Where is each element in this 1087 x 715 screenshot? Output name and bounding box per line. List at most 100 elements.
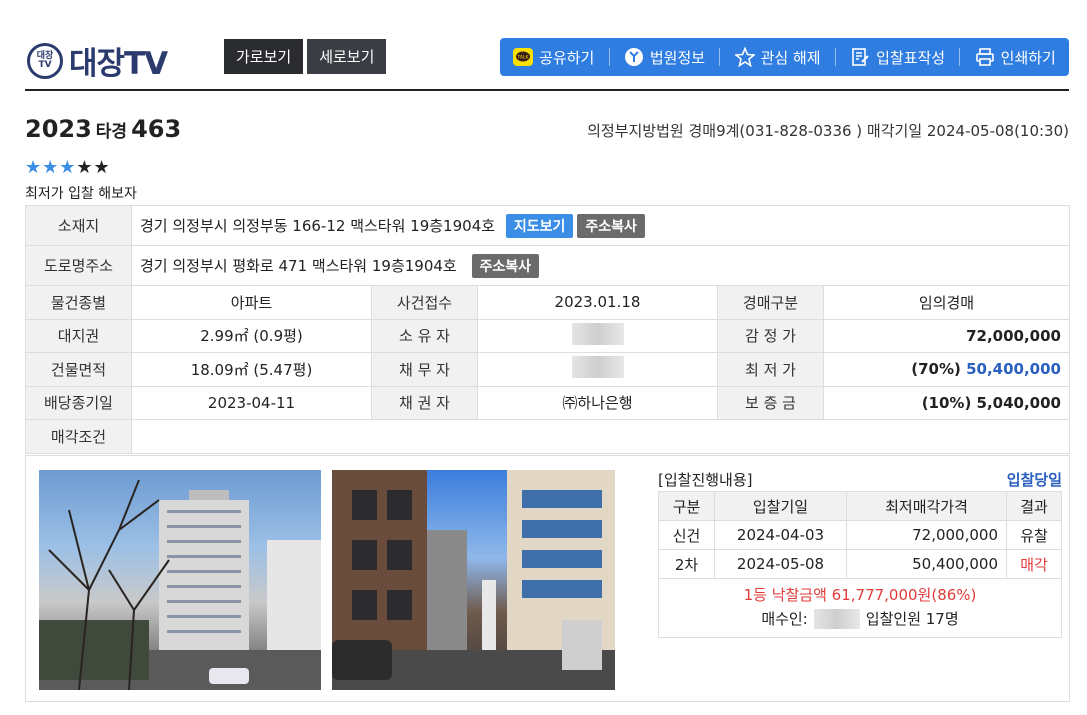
horizontal-view-button[interactable]: 가로보기 [224,39,304,74]
toolbar-divider [608,48,610,66]
print-label: 인쇄하기 [1000,48,1056,67]
star-empty-icon: ★★ [76,157,111,178]
date-cell: 2024-05-08 [714,549,847,579]
owner-label: 소 유 자 [371,318,478,353]
header-divider [25,89,1069,91]
vertical-view-button[interactable]: 세로보기 [307,39,387,74]
owner-value [477,318,718,353]
buyer-label: 매수인: [761,610,808,628]
share-label: 공유하기 [539,48,595,67]
photos-and-bidding: [입찰진행내용] 입찰당일 구분 입찰기일 최저매각가격 결과 신건 2024-… [25,455,1070,702]
road-address-cell: 경기 의정부시 평화로 471 맥스타워 19층1904호 주소복사 [131,245,1070,286]
col-round: 구분 [658,491,715,521]
redacted-debtor [571,356,624,379]
condition-value [131,419,1070,454]
unfavorite-label: 관심 해제 [760,48,821,67]
print-button[interactable]: 인쇄하기 [975,47,1056,68]
kakaotalk-icon: TALK [513,47,534,67]
building-value: 18.09㎡ (5.47평) [131,352,372,387]
star-outline-icon [734,47,755,67]
toolbar-divider [834,48,836,66]
building-label: 건물면적 [25,352,132,387]
court-schedule: 의정부지방법원 경매9계(031-828-0336 ) 매각기일 2024-05… [587,122,1069,140]
action-toolbar: TALK 공유하기 법원정보 관심 해제 입찰표작성 인쇄하기 [500,38,1069,76]
bidding-table: 구분 입찰기일 최저매각가격 결과 신건 2024-04-03 72,000,0… [658,491,1062,579]
property-info-table: 소재지 경기 의정부시 의정부동 166-12 맥스타워 19층1904호 지도… [25,205,1070,454]
kind-value: 아파트 [131,285,372,320]
auction-type-value: 임의경매 [823,285,1070,320]
min-price-label: 최 저 가 [717,352,824,387]
unfavorite-button[interactable]: 관심 해제 [734,47,821,68]
deposit-value: (10%) 5,040,000 [823,385,1070,420]
toolbar-divider [719,48,721,66]
court-info-button[interactable]: 법원정보 [624,47,705,68]
bid-form-label: 입찰표작성 [876,48,946,67]
rating-stars[interactable]: ★★★★★ [25,157,111,178]
min-price-percent: (70%) [911,360,961,379]
col-result: 결과 [1006,491,1062,521]
deadline-label: 배당종기일 [25,385,132,420]
court-info-label: 법원정보 [649,48,706,67]
logo-badge-icon: 대장 TV [27,42,63,79]
case-type: 타경 [95,122,128,142]
debtor-label: 채 무 자 [371,352,478,387]
logo-text: 대장TV [69,46,168,82]
winning-bid: 1등 낙찰금액 61,777,000원(86%) [743,586,977,604]
bidding-panel: [입찰진행내용] 입찰당일 구분 입찰기일 최저매각가격 결과 신건 2024-… [658,467,1062,638]
svg-text:TALK: TALK [517,55,530,61]
court-info-icon [624,47,644,67]
price-cell: 50,400,000 [846,549,1007,579]
case-number: 2023 타경 463 [25,115,181,143]
table-row: 대지권 2.99㎡ (0.9평) 소 유 자 감 정 가 72,000,000 [25,318,1070,353]
property-photo-2[interactable] [332,470,615,690]
road-address-value: 경기 의정부시 평화로 471 맥스타워 19층1904호 [140,256,457,275]
location-cell: 경기 의정부시 의정부동 166-12 맥스타워 19층1904호 지도보기 주소… [131,205,1070,246]
appraisal-value: 72,000,000 [823,318,1070,353]
auction-type-label: 경매구분 [717,285,824,320]
col-min-price: 최저매각가격 [846,491,1007,521]
land-label: 대지권 [25,318,132,353]
toolbar-divider [959,48,961,66]
table-row: 2차 2024-05-08 50,400,000 매각 [658,549,1062,579]
bid-form-button[interactable]: 입찰표작성 [850,47,945,68]
location-label: 소재지 [25,205,132,246]
table-row: 도로명주소 경기 의정부시 평화로 471 맥스타워 19층1904호 주소복사 [25,245,1070,286]
result-cell: 유찰 [1006,520,1062,550]
filed-value: 2023.01.18 [477,285,718,320]
case-year: 2023 [25,115,92,143]
bidding-title: [입찰진행내용] [658,470,753,489]
printer-icon [975,47,995,67]
table-row: 건물면적 18.09㎡ (5.47평) 채 무 자 최 저 가 (70%) 50… [25,352,1070,387]
kind-label: 물건종별 [25,285,132,320]
debtor-value [477,352,718,387]
case-serial: 463 [131,115,182,143]
col-date: 입찰기일 [714,491,847,521]
copy-road-address-button[interactable]: 주소복사 [471,253,540,278]
filed-label: 사건접수 [371,285,478,320]
site-logo[interactable]: 대장 TV 대장TV [27,38,168,83]
map-view-button[interactable]: 지도보기 [505,213,574,238]
property-photo-1[interactable] [39,470,321,690]
share-button[interactable]: TALK 공유하기 [513,47,594,68]
star-filled-icon: ★★★ [25,157,77,178]
table-row: 배당종기일 2023-04-11 채 권 자 ㈜하나은행 보 증 금 (10%)… [25,385,1070,420]
appraisal-label: 감 정 가 [717,318,824,353]
table-row: 물건종별 아파트 사건접수 2023.01.18 경매구분 임의경매 [25,285,1070,320]
min-price-value: 50,400,000 [966,360,1061,379]
round-cell: 2차 [658,549,715,579]
land-value: 2.99㎡ (0.9평) [131,318,372,353]
round-cell: 신건 [658,520,715,550]
bidder-count: 입찰인원 17명 [865,610,959,628]
date-cell: 2024-04-03 [714,520,847,550]
table-row: 신건 2024-04-03 72,000,000 유찰 [658,520,1062,550]
copy-address-button[interactable]: 주소복사 [577,213,645,238]
bid-day-link[interactable]: 입찰당일 [1007,469,1062,490]
redacted-owner [571,322,624,345]
auction-result: 1등 낙찰금액 61,777,000원(86%) 매수인: 입찰인원 17명 [658,579,1062,638]
result-cell: 매각 [1006,549,1062,579]
road-address-label: 도로명주소 [25,245,132,286]
price-cell: 72,000,000 [846,520,1007,550]
bidding-header: [입찰진행내용] 입찰당일 [658,467,1062,491]
bidding-header-row: 구분 입찰기일 최저매각가격 결과 [658,491,1062,521]
redacted-buyer [813,609,860,629]
